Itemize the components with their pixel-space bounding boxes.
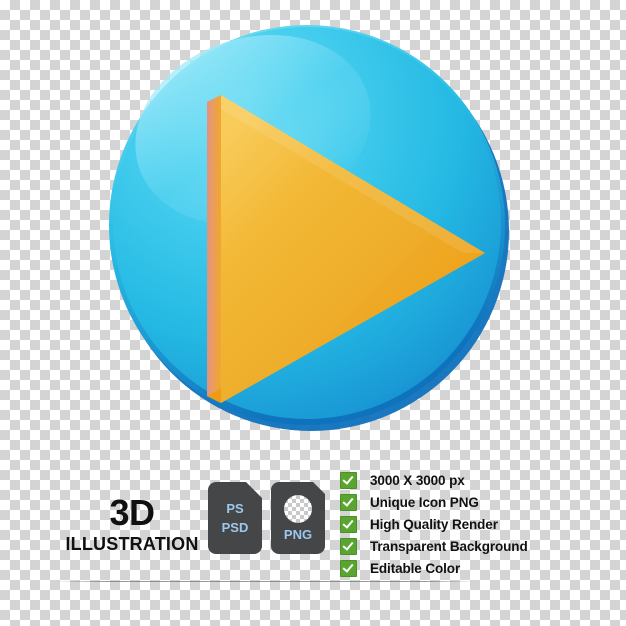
- feature-row: Unique Icon PNG: [340, 492, 528, 513]
- transparent-circle-icon: [284, 494, 312, 523]
- check-icon: [340, 472, 357, 489]
- feature-label: 3000 X 3000 px: [370, 473, 465, 488]
- brand-block: 3D ILLUSTRATION: [62, 495, 202, 557]
- check-icon: [340, 494, 357, 511]
- ps-psd-badge[interactable]: PS PSD: [208, 482, 262, 554]
- png-label: PNG: [283, 526, 313, 542]
- footer-divider: [55, 581, 475, 582]
- check-icon: [340, 538, 357, 555]
- psd-label: PSD: [221, 520, 249, 535]
- feature-row: Editable Color: [340, 558, 528, 579]
- brand-subtitle-illustration: ILLUSTRATION: [65, 534, 199, 554]
- feature-label: Unique Icon PNG: [370, 495, 479, 510]
- feature-row: Transparent Background: [340, 536, 528, 557]
- feature-row: High Quality Render: [340, 514, 528, 535]
- play-button-3d-icon: [109, 25, 509, 431]
- triangle-left-bevel: [207, 95, 221, 403]
- check-icon: [340, 560, 357, 577]
- brand-title-3d: 3D: [109, 492, 155, 533]
- icon-artwork-area: [0, 0, 626, 450]
- feature-label: High Quality Render: [370, 517, 498, 532]
- feature-label: Editable Color: [370, 561, 461, 576]
- check-icon: [340, 516, 357, 533]
- feature-list: 3000 X 3000 px Unique Icon PNG High Qual…: [340, 470, 528, 580]
- ps-label: PS: [226, 501, 244, 516]
- illustration-preview-canvas: 3D ILLUSTRATION PS PSD PNG 3000 X 3000 p…: [0, 0, 626, 626]
- feature-label: Transparent Background: [370, 539, 528, 554]
- file-format-badges: PS PSD PNG: [208, 482, 325, 554]
- png-badge[interactable]: PNG: [271, 482, 325, 554]
- feature-row: 3000 X 3000 px: [340, 470, 528, 491]
